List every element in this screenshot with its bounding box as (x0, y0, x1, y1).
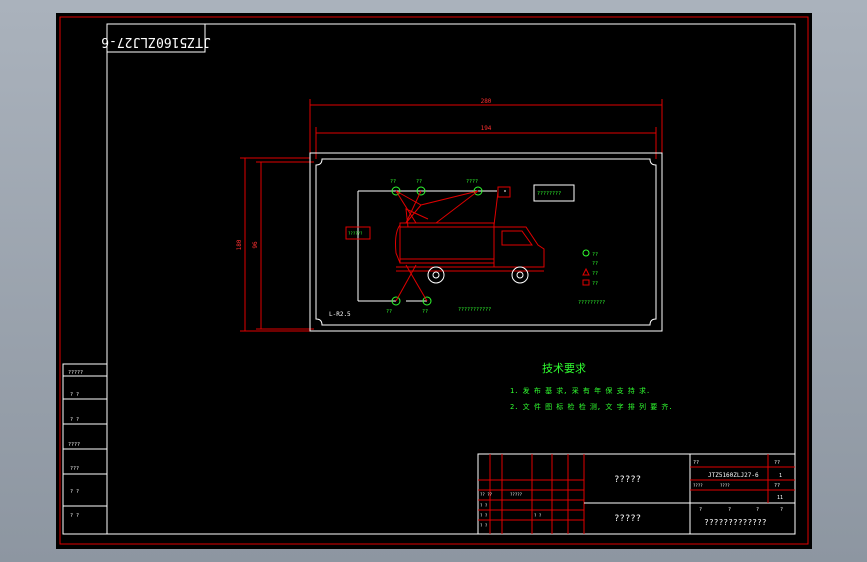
tb-small-8: ? (780, 507, 783, 513)
tb-small-2: ?? (774, 460, 780, 466)
legend-item-1: ?? (592, 252, 598, 258)
legend-note: ????????? (578, 300, 605, 306)
sensor-label-2: ?? (416, 179, 422, 185)
dimension-inner-height: 96 (252, 161, 314, 330)
dim-text-overall-width: 280 (481, 98, 492, 105)
legend-circle-icon (582, 249, 590, 257)
tb-small-1: ?? (693, 460, 699, 466)
legend-box-icon (582, 279, 590, 286)
sensor-label-3: ???? (466, 179, 478, 185)
legend: ?? ?? ?? ?? ????????? (578, 249, 605, 306)
drawing-code-rotated: JTZ5160ZLJ27-6 (101, 34, 211, 49)
tb-grid-3: ? ? (480, 503, 488, 508)
dimension-overall-height: 180 (236, 157, 310, 332)
tech-title: 技术要求 (542, 362, 586, 375)
tb-grid-2: ????? (510, 492, 523, 497)
control-box-small (497, 186, 511, 198)
control-box-left-label: ?????? (348, 231, 363, 236)
sensor-circles (391, 186, 483, 306)
tb-small-6: ? (728, 507, 731, 513)
left-table-cell-3: ? ? (70, 417, 79, 423)
panel-outer (309, 152, 663, 332)
dim-text-inner-height: 96 (252, 241, 259, 249)
left-table-cell-7: ? ? (70, 513, 79, 519)
wiring-bottom-note: ??????????? (458, 307, 491, 313)
tb-small-5: ? (699, 507, 702, 513)
tech-line-1: 1. 发 布 基 求, 采 有 年 保 支 持 求. (510, 386, 650, 395)
dimension-inner-width: 194 (315, 125, 657, 159)
sensor-label-1: ?? (390, 179, 396, 185)
tb-grid-6: ? ? (534, 513, 542, 518)
tb-small-9: 1 (779, 473, 782, 479)
legend-item-3: ?? (592, 271, 598, 277)
control-box-right-label: ???????? (537, 191, 561, 197)
tech-line-2: 2. 文 件 图 标 检 检 测, 文 字 排 列 要 齐. (510, 402, 673, 411)
wiring-lines (357, 190, 506, 302)
title-block-name: ????? (614, 475, 641, 485)
crossing-wires (395, 190, 499, 302)
dim-text-inner-width: 194 (481, 125, 492, 132)
dim-text-overall-height: 180 (236, 239, 243, 250)
legend-triangle-icon (582, 267, 590, 276)
title-block: ????? ????? JTZ5160ZLJ27-6 ?????????????… (477, 453, 796, 535)
tb-small-3: ???? (693, 483, 703, 488)
tb-small-4: ???? (720, 483, 730, 488)
tb-small-11: ?? (774, 483, 780, 489)
tb-grid-4: ? ? (480, 513, 488, 518)
legend-item-2: ?? (592, 261, 598, 267)
cad-viewport[interactable]: JTZ5160ZLJ27-6 280 194 180 96 L-R2.5 ?? … (56, 13, 812, 549)
left-table-cell-2: ? ? (70, 392, 79, 398)
inner-frame (106, 23, 796, 535)
drawing-sheet: JTZ5160ZLJ27-6 280 194 180 96 L-R2.5 ?? … (59, 16, 809, 545)
left-table-cell-1: ????? (68, 370, 83, 376)
tb-grid-1: ?? ?? (480, 492, 493, 497)
tb-small-7: ? (756, 507, 759, 513)
panel-label: L-R2.5 (329, 311, 351, 318)
sensor-label-4: ?? (386, 309, 392, 315)
truck-drawing (395, 190, 545, 284)
tb-small-10: 11 (777, 495, 783, 501)
title-block-material: ????? (614, 514, 641, 524)
title-block-drawing-code: JTZ5160ZLJ27-6 (708, 472, 759, 479)
legend-item-4: ?? (592, 281, 598, 287)
left-table: ????? ? ? ? ? ???? ??? ? ? ? ? (62, 363, 108, 535)
left-table-cell-6: ? ? (70, 489, 79, 495)
left-table-cell-4: ???? (68, 442, 80, 448)
sensor-label-5: ?? (422, 309, 428, 315)
tb-grid-5: ? ? (480, 523, 488, 528)
title-block-company: ????????????? (704, 518, 767, 527)
left-table-cell-5: ??? (70, 466, 79, 472)
